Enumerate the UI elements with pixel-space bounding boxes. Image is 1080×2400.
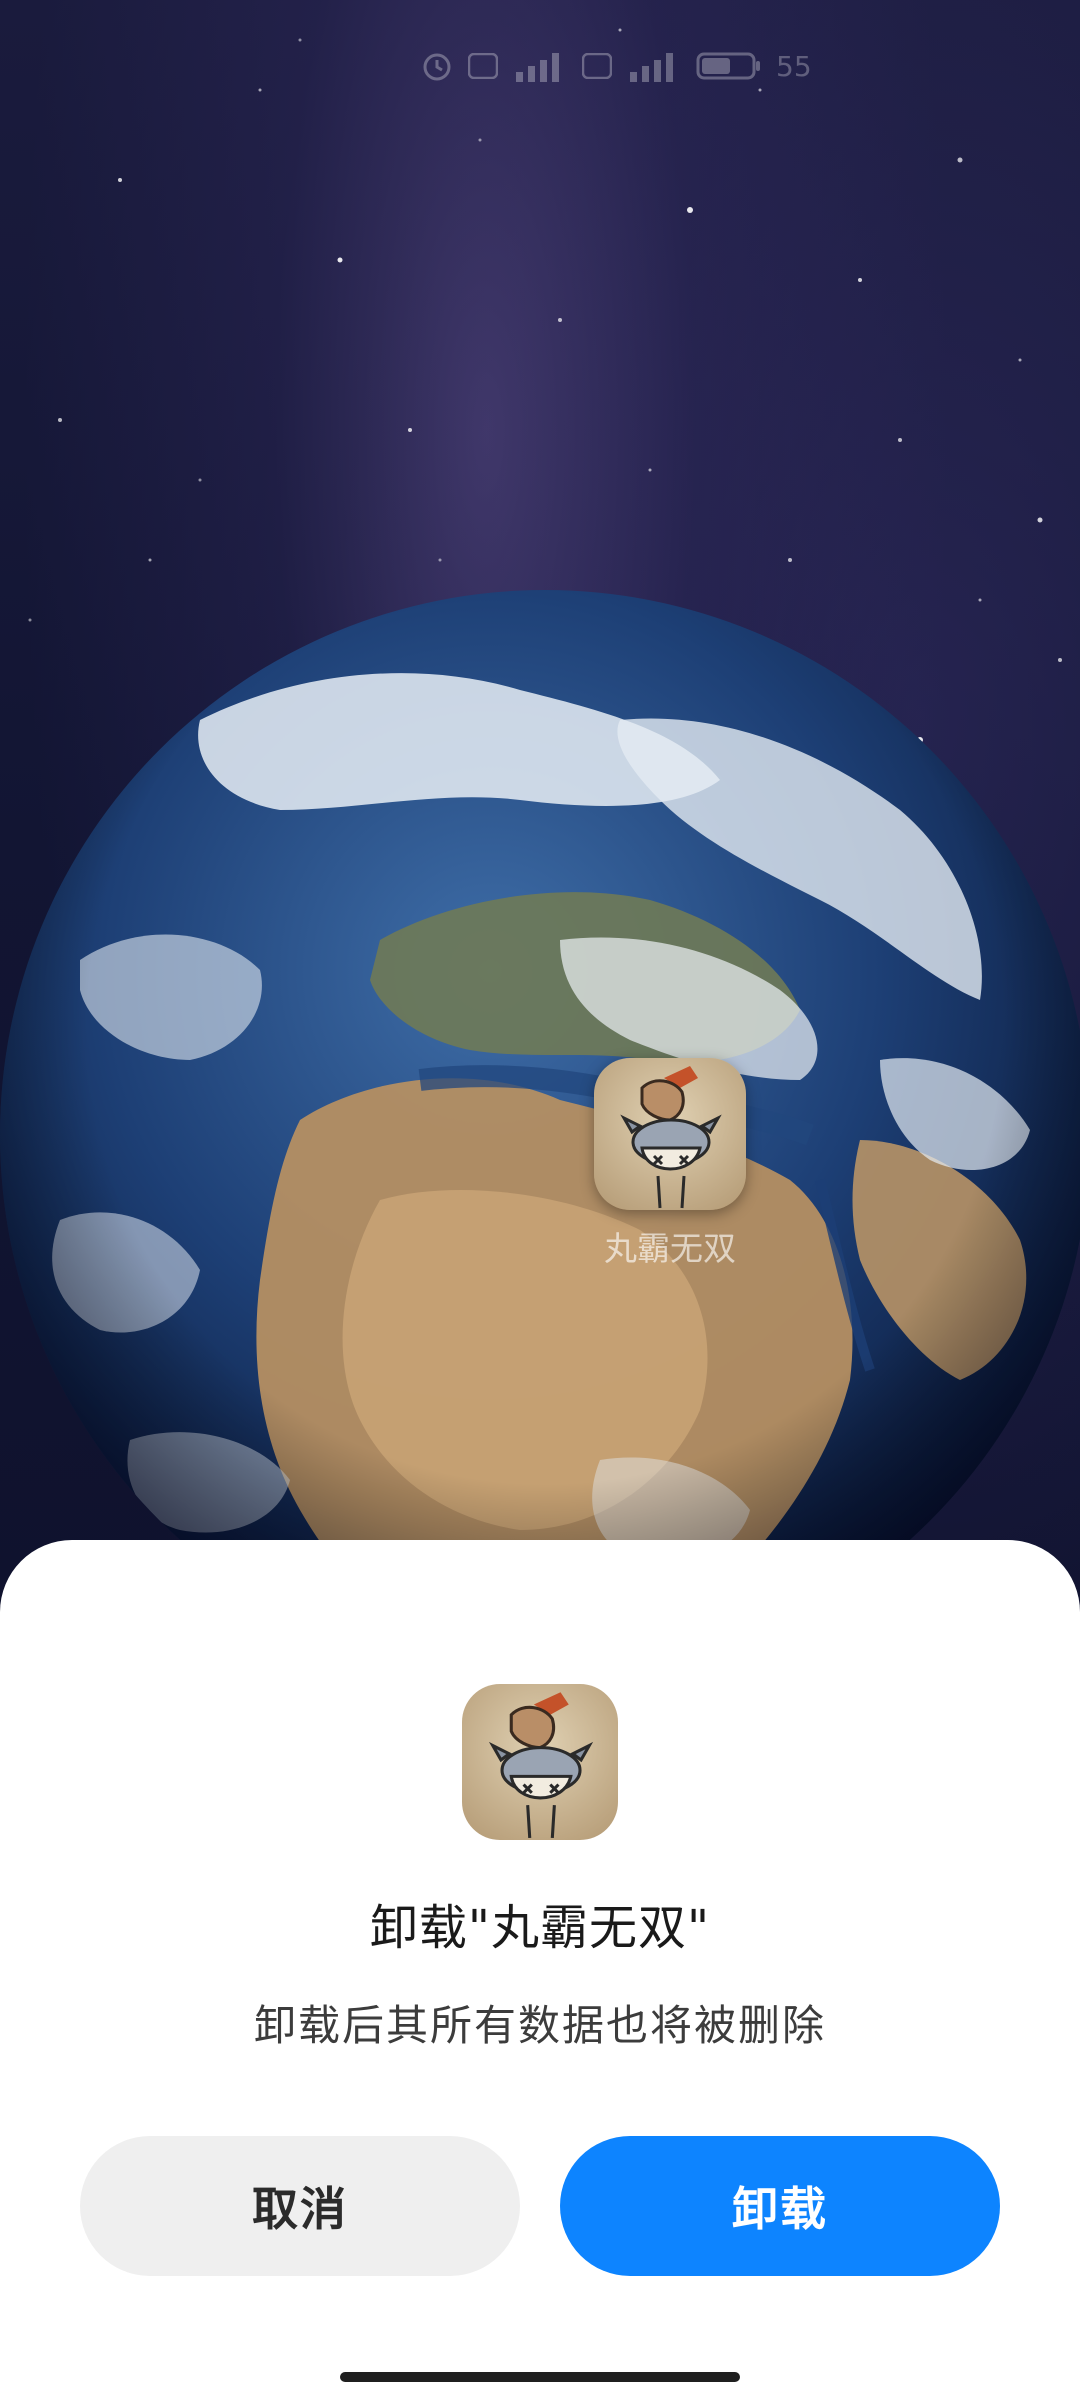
earth-globe bbox=[0, 590, 1080, 1680]
home-app-label: 丸霸无双 bbox=[604, 1229, 736, 1268]
cancel-button[interactable]: 取消 bbox=[80, 2136, 520, 2276]
game-character-icon bbox=[462, 1684, 618, 1840]
alarm-icon bbox=[420, 49, 454, 83]
uninstall-dialog: 卸载"丸霸无双" 卸载后其所有数据也将被删除 取消 卸载 bbox=[0, 1540, 1080, 2400]
status-bar: 55 bbox=[0, 0, 1080, 130]
uninstall-button[interactable]: 卸载 bbox=[560, 2136, 1000, 2276]
battery-percentage: 55 bbox=[776, 49, 812, 83]
hd-badge-icon bbox=[468, 53, 498, 79]
battery-icon bbox=[696, 51, 762, 81]
hd-badge-icon bbox=[582, 53, 612, 79]
game-character-icon bbox=[594, 1058, 746, 1210]
screen: 55 丸霸无双 卸载"丸霸无双" 卸载后其所有数据也将被删除 取消 卸载 bbox=[0, 0, 1080, 2400]
dialog-title: 卸载"丸霸无双" bbox=[369, 1900, 711, 1956]
dialog-description: 卸载后其所有数据也将被删除 bbox=[253, 2001, 826, 2050]
signal-strength-icon bbox=[512, 50, 568, 82]
signal-strength-icon bbox=[626, 50, 682, 82]
home-indicator[interactable] bbox=[340, 2372, 740, 2382]
home-app-shortcut[interactable]: 丸霸无双 bbox=[590, 1058, 750, 1270]
status-icons: 55 bbox=[420, 46, 812, 86]
